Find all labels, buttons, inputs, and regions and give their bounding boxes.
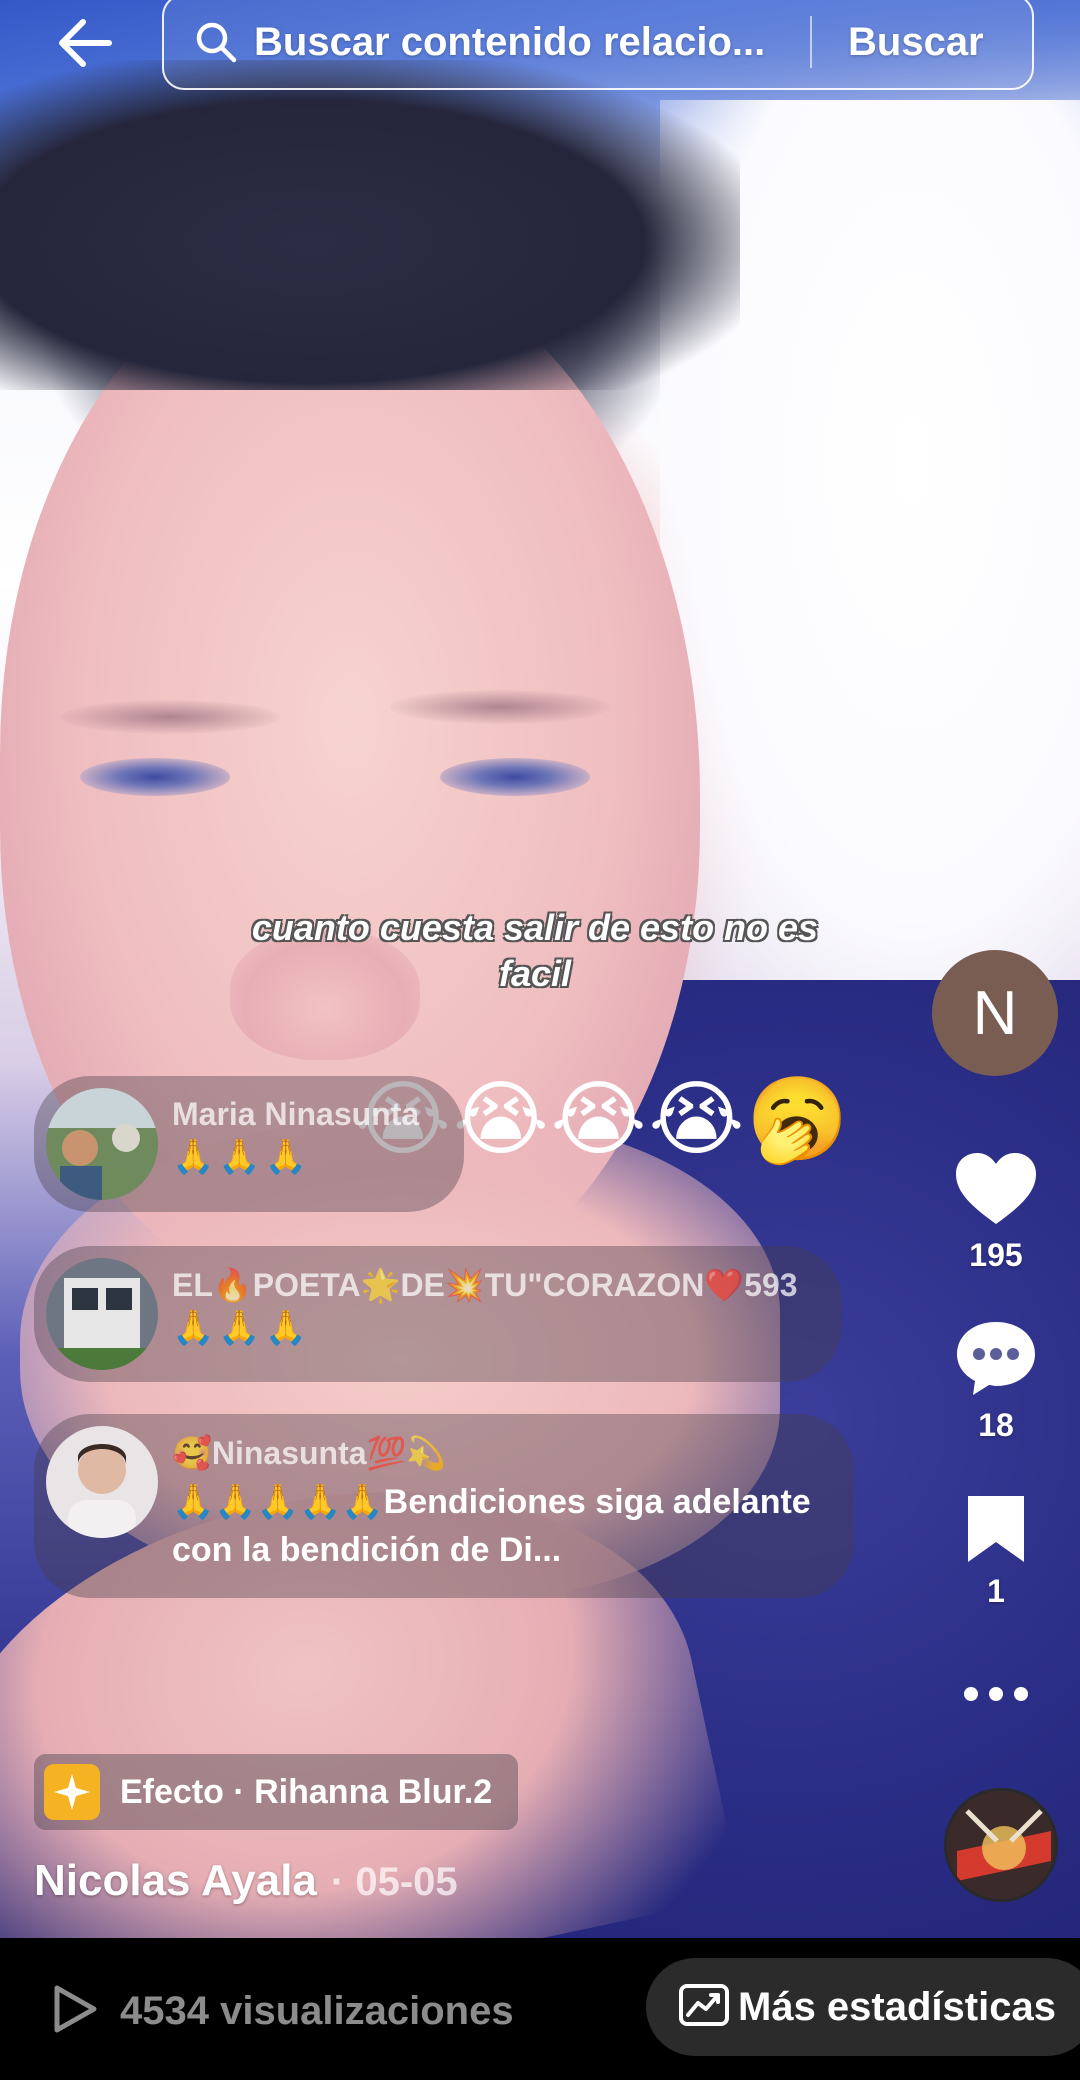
creator-avatar[interactable]: N xyxy=(932,950,1058,1076)
post-meta: Nicolas Ayala · 05-05 xyxy=(34,1856,458,1906)
comment-bubble-icon xyxy=(953,1322,1039,1402)
post-date: · 05-05 xyxy=(330,1860,458,1904)
sparkle-icon xyxy=(44,1764,100,1820)
views-text: 4534 visualizaciones xyxy=(120,1989,514,2033)
comment-text: 🙏🙏🙏🙏🙏Bendiciones siga adelante con la be… xyxy=(172,1483,811,1569)
author-name[interactable]: Nicolas Ayala xyxy=(34,1856,317,1906)
search-bar[interactable]: Buscar contenido relacio... Buscar xyxy=(162,0,1034,90)
arrow-left-icon xyxy=(57,18,113,73)
like-count: 195 xyxy=(969,1237,1023,1273)
search-divider xyxy=(810,16,812,68)
comment-text: 🙏🙏🙏 xyxy=(172,1309,312,1347)
search-input[interactable]: Buscar contenido relacio... xyxy=(254,20,794,65)
play-icon xyxy=(52,1984,98,2039)
views-counter: 4534 visualizaciones xyxy=(52,1984,514,2039)
like-button[interactable]: 195 xyxy=(946,1150,1046,1274)
video-eye-left xyxy=(80,758,230,796)
music-disc[interactable] xyxy=(944,1788,1058,1902)
heart-icon xyxy=(953,1153,1039,1232)
bookmark-icon xyxy=(964,1496,1028,1568)
comment-item[interactable]: Maria Ninasunta 🙏🙏🙏 xyxy=(34,1076,464,1212)
search-button[interactable]: Buscar xyxy=(848,20,984,65)
more-button[interactable] xyxy=(946,1684,1046,1709)
more-stats-button[interactable]: Más estadísticas xyxy=(646,1958,1080,2056)
trend-chart-icon xyxy=(678,1983,730,2032)
comment-count: 18 xyxy=(978,1407,1014,1443)
comment-author: 🥰Ninasunta💯💫 xyxy=(172,1435,447,1471)
save-count: 1 xyxy=(987,1573,1005,1609)
video-eye-right xyxy=(440,758,590,796)
save-button[interactable]: 1 xyxy=(946,1492,1046,1610)
search-icon xyxy=(194,20,238,64)
avatar xyxy=(46,1426,158,1538)
video-brow-left xyxy=(60,700,280,734)
avatar xyxy=(46,1088,158,1200)
comment-button[interactable]: 18 xyxy=(946,1318,1046,1444)
video-brow-right xyxy=(390,690,610,724)
more-stats-label: Más estadísticas xyxy=(738,1984,1056,2029)
comment-item[interactable]: EL🔥POETA🌟DE💥TU"CORAZON❤️593 🙏🙏🙏 xyxy=(34,1246,842,1382)
comment-item[interactable]: 🥰Ninasunta💯💫 🙏🙏🙏🙏🙏Bendiciones siga adela… xyxy=(34,1414,854,1598)
comment-author: Maria Ninasunta xyxy=(172,1096,420,1132)
effect-tag[interactable]: Efecto · Rihanna Blur.2 xyxy=(34,1754,519,1830)
comment-text: 🙏🙏🙏 xyxy=(172,1138,312,1176)
video-hair xyxy=(0,60,740,390)
more-dots-icon xyxy=(961,1687,1031,1708)
video-caption: cuanto cuesta salir de esto no es facil xyxy=(251,907,819,994)
avatar xyxy=(46,1258,158,1370)
effect-label: Efecto · Rihanna Blur.2 xyxy=(120,1772,493,1811)
bottom-bar: 4534 visualizaciones Más estadísticas xyxy=(0,1938,1080,2080)
back-button[interactable] xyxy=(50,10,120,80)
comment-author: EL🔥POETA🌟DE💥TU"CORAZON❤️593 xyxy=(172,1267,798,1303)
